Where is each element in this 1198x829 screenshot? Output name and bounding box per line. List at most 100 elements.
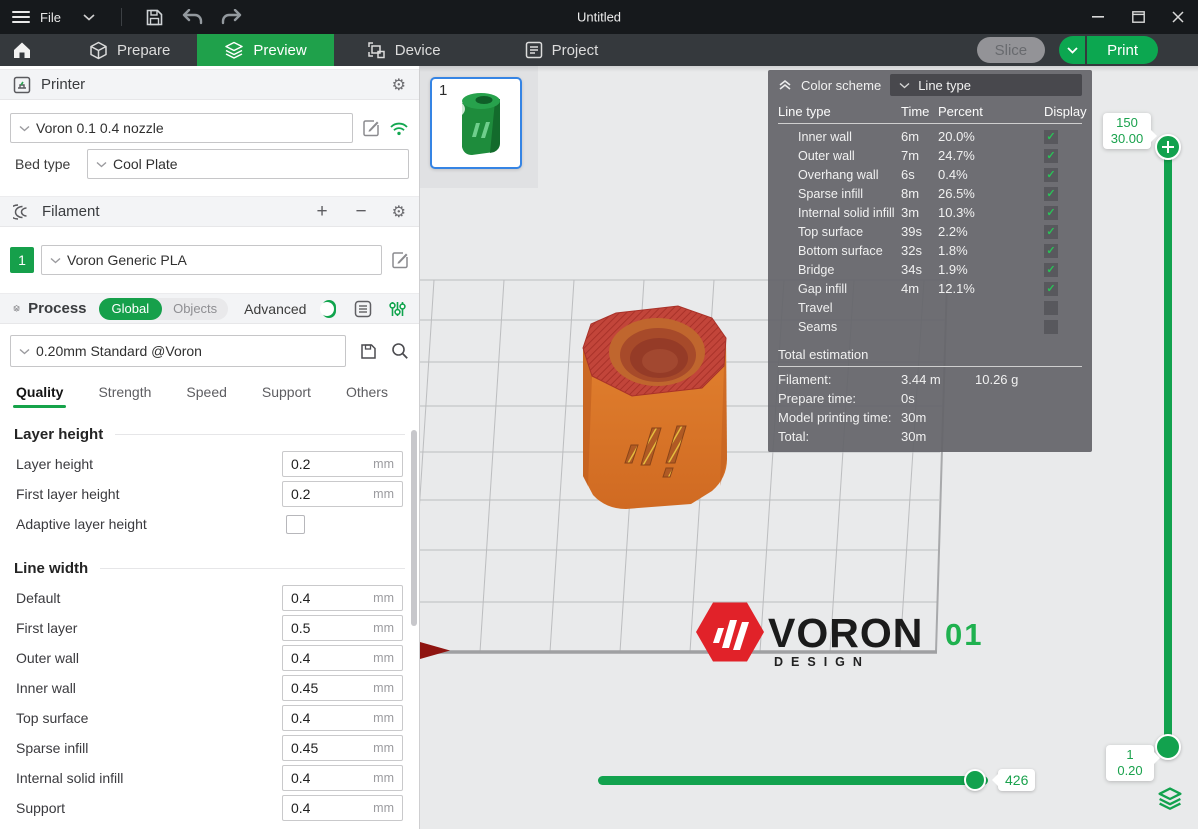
save-preset-icon[interactable] bbox=[360, 343, 377, 360]
close-button[interactable] bbox=[1158, 0, 1198, 34]
printer-preset-select[interactable]: Voron 0.1 0.4 nozzle bbox=[10, 113, 353, 143]
parameter-list-icon[interactable] bbox=[354, 300, 372, 318]
total-row-label: Total: bbox=[778, 429, 901, 444]
total-row-value2: 10.26 g bbox=[975, 372, 1082, 387]
layer-slider-track[interactable] bbox=[1164, 147, 1172, 747]
color-scheme-select[interactable]: Line type bbox=[890, 74, 1082, 96]
adaptive-layer-height-checkbox[interactable] bbox=[286, 515, 305, 534]
total-row-label: Filament: bbox=[778, 372, 901, 387]
line-type-percent: 12.1% bbox=[938, 281, 1044, 296]
preview-viewport[interactable]: VORON DESIGN 01 1 bbox=[420, 66, 1198, 829]
minimize-button[interactable] bbox=[1078, 0, 1118, 34]
bed-type-select[interactable]: Cool Plate bbox=[87, 149, 409, 179]
tab-preview[interactable]: Preview bbox=[197, 34, 333, 66]
scope-objects[interactable]: Objects bbox=[162, 301, 228, 316]
slice-button[interactable]: Slice bbox=[977, 37, 1046, 63]
filament-slot-badge[interactable]: 1 bbox=[10, 247, 34, 273]
maximize-button[interactable] bbox=[1118, 0, 1158, 34]
tab-strength[interactable]: Strength bbox=[98, 384, 151, 400]
adaptive-layer-height-row: Adaptive layer height bbox=[0, 509, 419, 539]
process-tab-strip: Quality Strength Speed Support Others bbox=[0, 375, 419, 409]
tab-prepare[interactable]: Prepare bbox=[62, 34, 197, 66]
line-type-time: 6m bbox=[901, 129, 938, 144]
total-estimation-row: Model printing time: 30m bbox=[768, 408, 1092, 427]
line-width-label: Internal solid infill bbox=[16, 770, 282, 786]
redo-icon[interactable] bbox=[220, 6, 242, 28]
filament-preset-select[interactable]: Voron Generic PLA bbox=[41, 245, 382, 275]
tab-device[interactable]: Device bbox=[340, 34, 468, 66]
objects-settings-icon[interactable] bbox=[389, 300, 406, 318]
display-checkbox[interactable] bbox=[1044, 130, 1058, 144]
settings-scrollbar[interactable] bbox=[411, 430, 417, 626]
display-checkbox[interactable] bbox=[1044, 206, 1058, 220]
filament-section-title: Filament bbox=[42, 203, 100, 220]
remove-filament-button[interactable]: − bbox=[356, 202, 367, 221]
process-preset-select[interactable]: 0.20mm Standard @Voron bbox=[10, 335, 346, 367]
layer-slider-bottom-tooltip: 1 0.20 bbox=[1106, 745, 1154, 781]
legend-row: Bottom surface 32s 1.8% bbox=[768, 241, 1092, 260]
layer-slider-top-handle[interactable] bbox=[1155, 134, 1181, 160]
line-width-label: First layer bbox=[16, 620, 282, 636]
line-width-input[interactable]: 0.4 mm bbox=[282, 795, 403, 821]
step-slider-track[interactable] bbox=[598, 776, 988, 785]
tab-prepare-label: Prepare bbox=[117, 42, 170, 59]
print-button[interactable]: Print bbox=[1087, 36, 1158, 64]
display-checkbox[interactable] bbox=[1044, 282, 1058, 296]
display-checkbox[interactable] bbox=[1044, 187, 1058, 201]
search-preset-icon[interactable] bbox=[391, 342, 409, 360]
display-checkbox[interactable] bbox=[1044, 225, 1058, 239]
line-width-input[interactable]: 0.4 mm bbox=[282, 585, 403, 611]
advanced-toggle[interactable] bbox=[322, 300, 336, 318]
line-width-input[interactable]: 0.4 mm bbox=[282, 765, 403, 791]
line-type-label: Bridge bbox=[798, 263, 901, 277]
first-layer-height-input[interactable]: 0.2 mm bbox=[282, 481, 403, 507]
main-tabbar: Prepare Preview Device Project Slice Pri… bbox=[0, 34, 1198, 66]
line-type-time: 34s bbox=[901, 262, 938, 277]
printer-preset-value: Voron 0.1 0.4 nozzle bbox=[36, 120, 164, 136]
home-button[interactable] bbox=[0, 34, 44, 66]
process-scope-toggle[interactable]: Global Objects bbox=[99, 298, 229, 320]
line-width-input[interactable]: 0.5 mm bbox=[282, 615, 403, 641]
line-width-input[interactable]: 0.45 mm bbox=[282, 735, 403, 761]
titlebar-divider bbox=[121, 8, 122, 26]
step-slider-handle[interactable] bbox=[964, 769, 986, 791]
tab-speed[interactable]: Speed bbox=[186, 384, 226, 400]
line-width-input[interactable]: 0.4 mm bbox=[282, 645, 403, 671]
display-checkbox[interactable] bbox=[1044, 168, 1058, 182]
line-width-label: Outer wall bbox=[16, 650, 282, 666]
file-menu[interactable]: File bbox=[40, 10, 61, 25]
display-checkbox[interactable] bbox=[1044, 244, 1058, 258]
tab-quality[interactable]: Quality bbox=[16, 384, 63, 400]
layers-view-icon[interactable] bbox=[1157, 786, 1183, 812]
filament-settings-gear-icon[interactable]: ⚙ bbox=[392, 202, 406, 222]
project-icon bbox=[525, 41, 543, 59]
total-estimation-rows: Filament: 3.44 m 10.26 g Prepare time: 0… bbox=[768, 370, 1092, 446]
collapse-legend-icon[interactable] bbox=[778, 79, 792, 91]
tab-support[interactable]: Support bbox=[262, 384, 311, 400]
print-dropdown-button[interactable] bbox=[1059, 36, 1085, 64]
layer-height-input[interactable]: 0.2 mm bbox=[282, 451, 403, 477]
printer-section-header: Printer ⚙ bbox=[0, 69, 419, 100]
edit-printer-icon[interactable] bbox=[362, 119, 380, 137]
save-icon[interactable] bbox=[144, 6, 166, 28]
display-checkbox[interactable] bbox=[1044, 263, 1058, 277]
display-checkbox[interactable] bbox=[1044, 301, 1058, 315]
display-checkbox[interactable] bbox=[1044, 149, 1058, 163]
bed-type-label: Bed type bbox=[10, 156, 87, 172]
line-width-input[interactable]: 0.4 mm bbox=[282, 705, 403, 731]
adaptive-layer-height-label: Adaptive layer height bbox=[16, 516, 284, 532]
printer-settings-gear-icon[interactable]: ⚙ bbox=[392, 75, 406, 95]
menu-icon[interactable] bbox=[12, 11, 30, 23]
undo-icon[interactable] bbox=[182, 6, 204, 28]
display-checkbox[interactable] bbox=[1044, 320, 1058, 334]
file-menu-chevron-icon[interactable] bbox=[83, 13, 95, 21]
tab-project[interactable]: Project bbox=[498, 34, 626, 66]
window-title: Untitled bbox=[577, 10, 621, 25]
line-width-label: Top surface bbox=[16, 710, 282, 726]
tab-others[interactable]: Others bbox=[346, 384, 388, 400]
edit-filament-icon[interactable] bbox=[391, 251, 409, 269]
wifi-icon[interactable] bbox=[389, 120, 409, 136]
scope-global[interactable]: Global bbox=[99, 298, 163, 320]
add-filament-button[interactable]: + bbox=[316, 202, 327, 221]
line-width-input[interactable]: 0.45 mm bbox=[282, 675, 403, 701]
